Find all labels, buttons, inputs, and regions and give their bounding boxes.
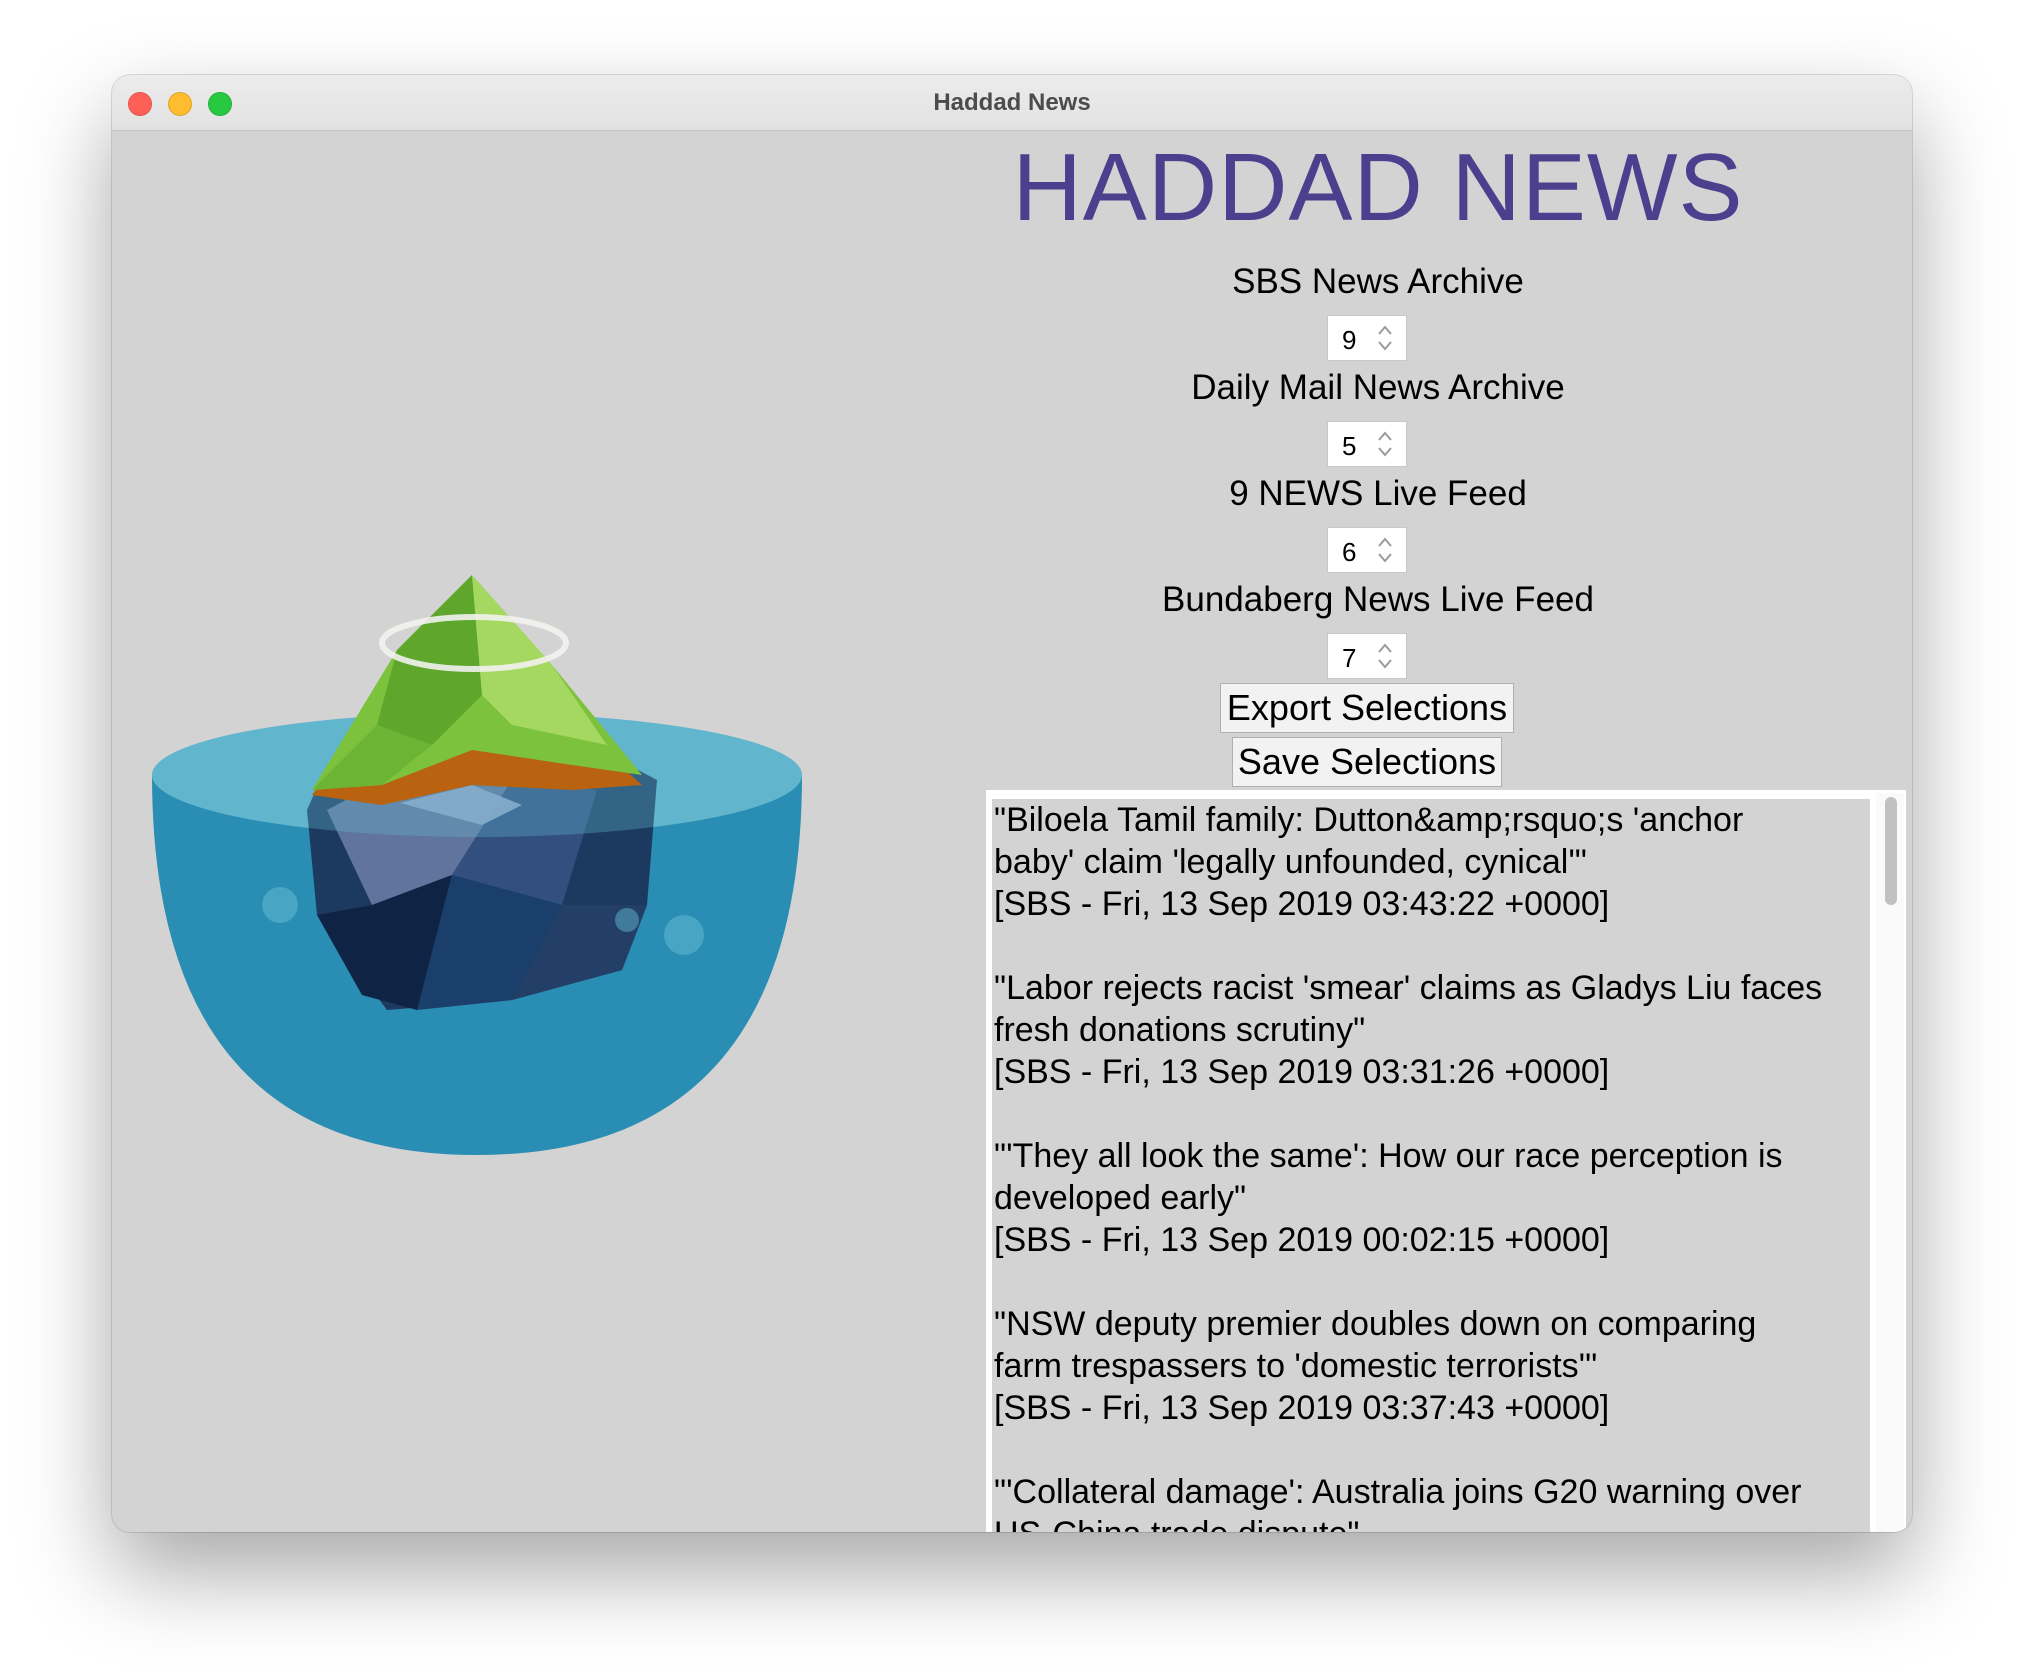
spinner-arrows-icon[interactable] [1376, 428, 1394, 460]
9news-count-spinner[interactable]: 6 [1327, 527, 1407, 573]
spinner-arrows-icon[interactable] [1376, 322, 1394, 354]
bundaberg-count-spinner[interactable]: 7 [1327, 633, 1407, 679]
news-text: "Biloela Tamil family: Dutton&amp;rsquo;… [994, 799, 1868, 1532]
feed-label-daily-mail: Daily Mail News Archive [1191, 368, 1565, 407]
article-headline: "Biloela Tamil family: Dutton&amp;rsquo;… [994, 801, 1744, 839]
article-headline: baby' claim 'legally unfounded, cynical'… [994, 843, 1587, 881]
spinner-value: 6 [1342, 537, 1357, 567]
article-meta: [SBS - Fri, 13 Sep 2019 00:02:15 +0000] [994, 1221, 1610, 1259]
news-list[interactable]: "Biloela Tamil family: Dutton&amp;rsquo;… [986, 790, 1906, 1532]
article-headline: US-China trade dispute" [994, 1513, 1868, 1532]
article-headline: "Labor rejects racist 'smear' claims as … [994, 969, 1823, 1007]
article-meta: [SBS - Fri, 13 Sep 2019 03:37:43 +0000] [994, 1389, 1610, 1427]
floating-island-illustration [152, 575, 802, 1155]
article-headline: fresh donations scrutiny" [994, 1011, 1366, 1049]
scrollbar-thumb[interactable] [1885, 797, 1897, 905]
window-title: Haddad News [933, 89, 1091, 116]
list-item[interactable]: "Labor rejects racist 'smear' claims as … [994, 967, 1868, 1093]
article-headline: farm trespassers to 'domestic terrorists… [994, 1347, 1598, 1385]
article-headline: "'Collateral damage': Australia joins G2… [994, 1473, 1802, 1511]
list-item[interactable]: "NSW deputy premier doubles down on comp… [994, 1303, 1868, 1429]
article-meta: [SBS - Fri, 13 Sep 2019 03:31:26 +0000] [994, 1053, 1610, 1091]
feed-label-bundaberg: Bundaberg News Live Feed [1162, 580, 1594, 619]
title-bar[interactable]: Haddad News [112, 75, 1912, 131]
list-item[interactable]: "'Collateral damage': Australia joins G2… [994, 1471, 1868, 1532]
feed-label-sbs: SBS News Archive [1232, 262, 1524, 301]
spinner-arrows-icon[interactable] [1376, 640, 1394, 672]
daily-mail-count-spinner[interactable]: 5 [1327, 421, 1407, 467]
news-scrollbar[interactable] [1876, 793, 1904, 1532]
article-headline: "'They all look the same': How our race … [994, 1137, 1783, 1175]
spinner-arrows-icon[interactable] [1376, 534, 1394, 566]
app-window: Haddad News HADDAD NEWS SBS News Archive… [112, 75, 1912, 1532]
spinner-value: 9 [1342, 325, 1357, 355]
sbs-count-spinner[interactable]: 9 [1327, 315, 1407, 361]
feed-label-9news: 9 NEWS Live Feed [1229, 474, 1527, 513]
article-headline: developed early" [994, 1179, 1247, 1217]
news-list-content: "Biloela Tamil family: Dutton&amp;rsquo;… [992, 799, 1870, 1532]
article-meta: [SBS - Fri, 13 Sep 2019 03:43:22 +0000] [994, 885, 1610, 923]
export-selections-button[interactable]: Export Selections [1220, 683, 1514, 733]
list-item[interactable]: "'They all look the same': How our race … [994, 1135, 1868, 1261]
save-selections-button[interactable]: Save Selections [1232, 737, 1502, 787]
spinner-value: 5 [1342, 431, 1357, 461]
list-item[interactable]: "Biloela Tamil family: Dutton&amp;rsquo;… [994, 799, 1868, 925]
app-title: HADDAD NEWS [1012, 134, 1744, 241]
spinner-value: 7 [1342, 643, 1357, 673]
article-headline: "NSW deputy premier doubles down on comp… [994, 1305, 1757, 1343]
